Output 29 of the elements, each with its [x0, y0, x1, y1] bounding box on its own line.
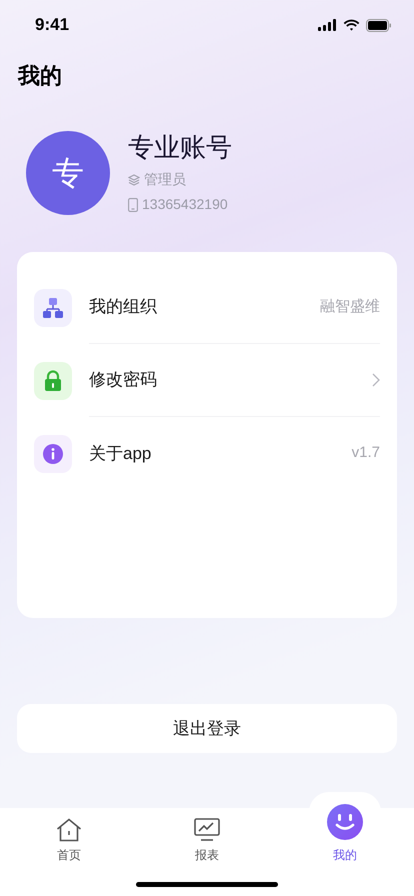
role-text: 管理员: [144, 170, 186, 189]
chevron-right-icon: [372, 373, 380, 387]
phone-number: 13365432190: [142, 195, 228, 214]
tab-item[interactable]: 首页: [0, 808, 138, 868]
menu-label: 关于app: [89, 442, 152, 465]
menu-value: 融智盛维: [320, 296, 380, 317]
menu-item[interactable]: 我的组织 融智盛维: [34, 271, 380, 344]
layers-icon: [128, 174, 140, 186]
avatar: 专: [26, 131, 110, 215]
phone-icon: [128, 198, 138, 212]
battery-icon: [366, 18, 392, 32]
menu-value: v1.7: [352, 443, 380, 464]
tab-item[interactable]: 报表: [138, 808, 276, 868]
monitor-chart-icon: [194, 818, 220, 842]
wifi-icon: [343, 19, 360, 31]
logout-button[interactable]: 退出登录: [17, 704, 397, 753]
signal-icon: [318, 19, 337, 31]
menu-item[interactable]: 修改密码: [34, 344, 380, 417]
padlock-icon: [44, 370, 62, 392]
info-icon: [43, 444, 63, 464]
home-icon: [56, 818, 82, 842]
account-name: 专业账号: [128, 132, 232, 165]
tab-item[interactable]: 我的: [276, 808, 414, 868]
hierarchy-icon: [42, 296, 64, 318]
status-time: 9:41: [35, 14, 70, 36]
menu-item[interactable]: 关于app v1.7: [34, 417, 380, 490]
menu-label: 修改密码: [89, 369, 158, 392]
menu-label: 我的组织: [89, 296, 158, 318]
page-title: 我的: [18, 62, 63, 90]
